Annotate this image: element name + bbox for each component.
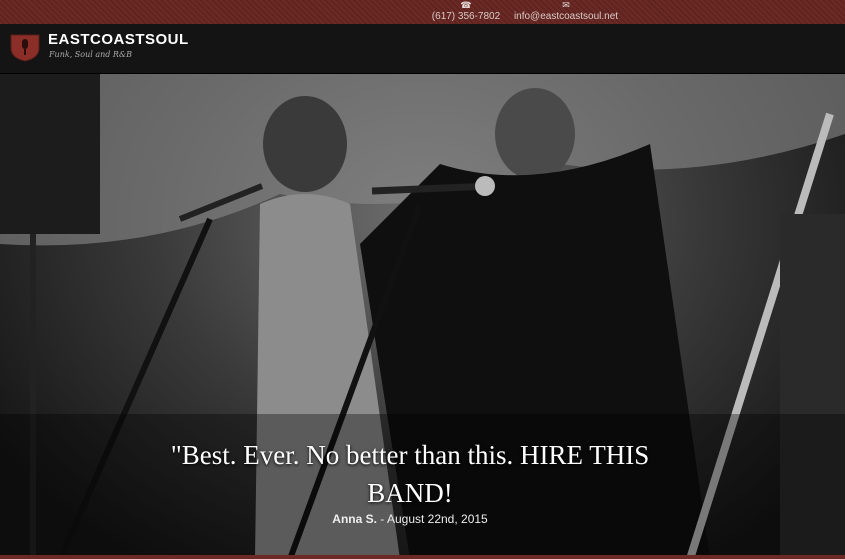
testimonial-quote: "Best. Ever. No better than this. HIRE T…	[170, 440, 650, 508]
testimonial-date: - August 22nd, 2015	[380, 512, 488, 526]
hero-testimonial: "Best. Ever. No better than this. HIRE T…	[0, 74, 845, 559]
bottom-accent-strip	[0, 555, 845, 559]
phone-contact[interactable]: ☎ (617) 356-7802	[430, 0, 502, 24]
phone-number[interactable]: (617) 356-7802	[430, 11, 502, 23]
email-address[interactable]: info@eastcoastsoul.net	[512, 11, 620, 23]
brand-tagline: Funk, Soul and R&B	[49, 50, 132, 59]
brand-name[interactable]: EASTCOASTSOUL	[48, 31, 189, 48]
shield-logo-icon[interactable]	[9, 32, 41, 62]
testimonial-citation: Anna S. - August 22nd, 2015	[140, 512, 680, 526]
phone-icon: ☎	[460, 0, 472, 10]
email-contact[interactable]: ✉ info@eastcoastsoul.net	[512, 0, 620, 24]
site-header: EASTCOASTSOUL Funk, Soul and R&B	[0, 24, 845, 74]
envelope-icon: ✉	[562, 0, 570, 10]
contact-bar: ☎ (617) 356-7802 ✉ info@eastcoastsoul.ne…	[0, 0, 845, 24]
testimonial-author: Anna S.	[332, 512, 377, 526]
